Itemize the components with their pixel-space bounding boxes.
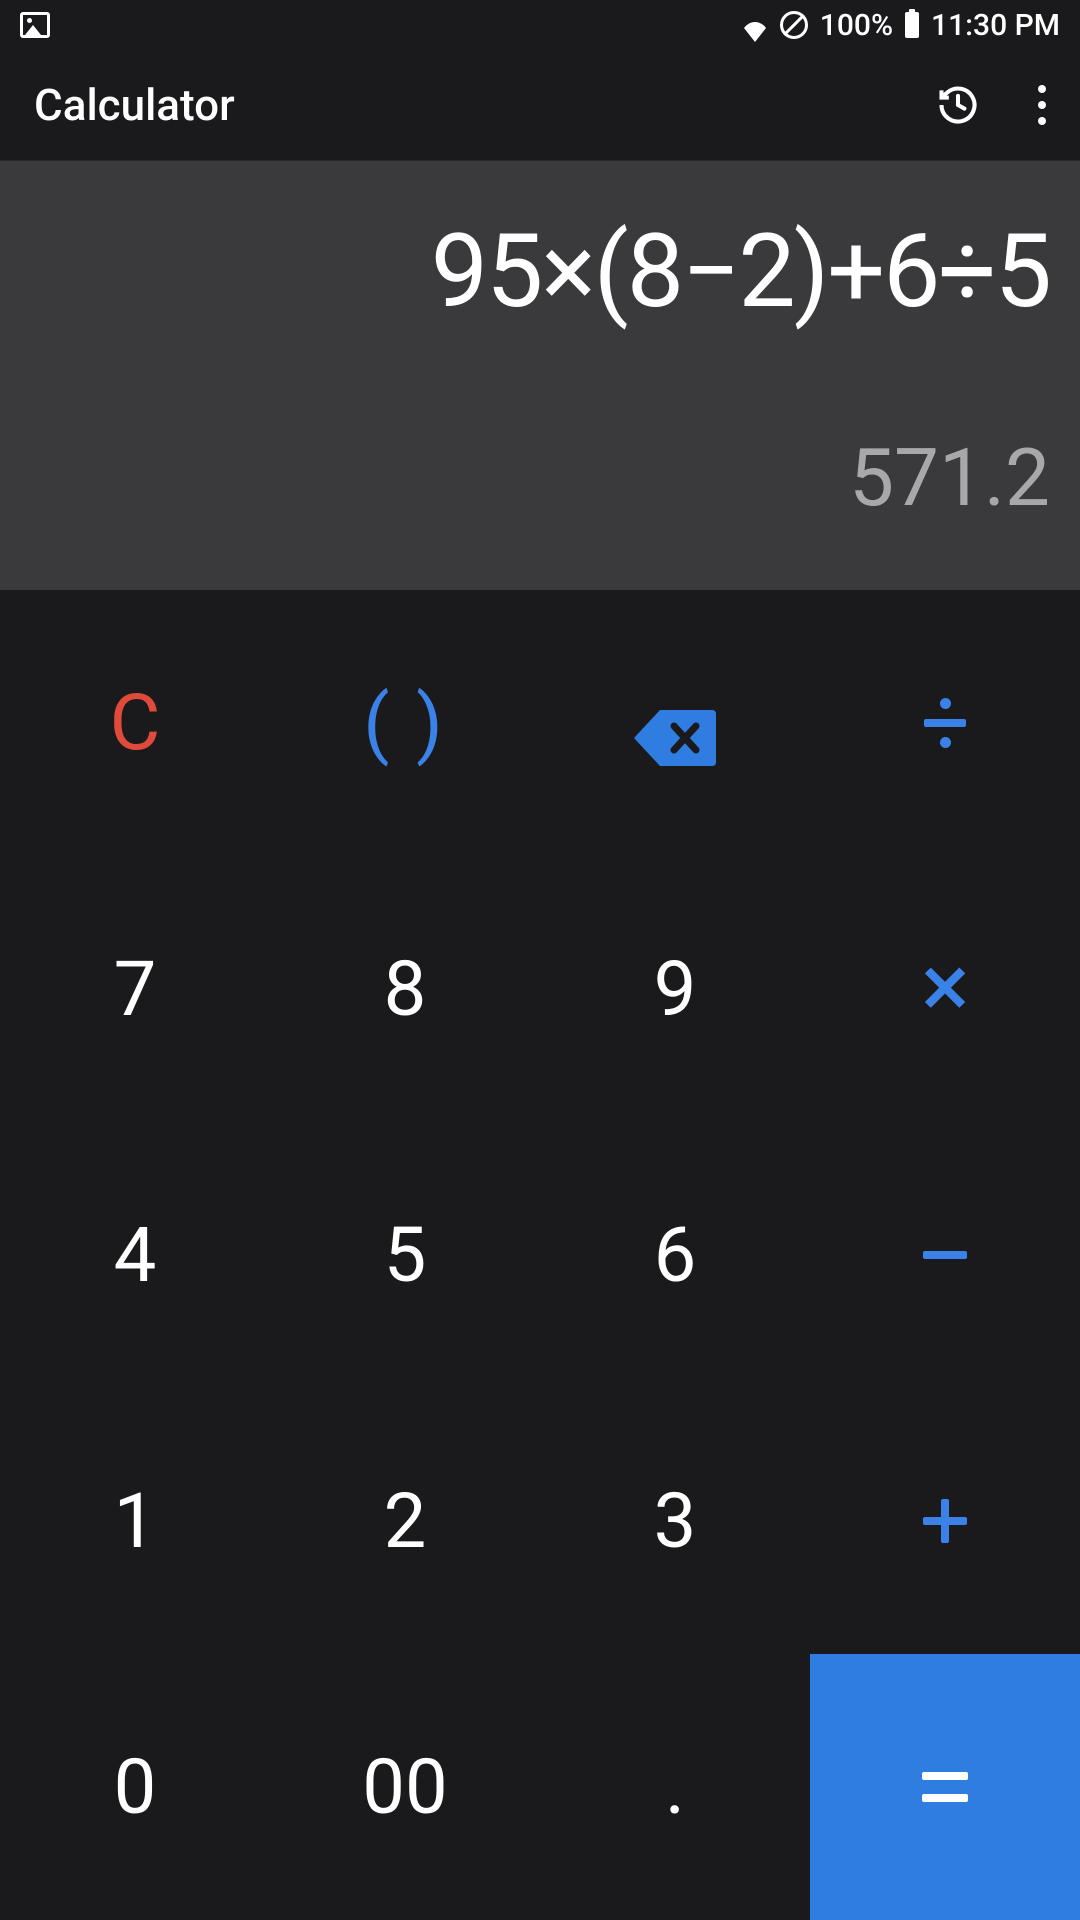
backspace-button[interactable] [540, 590, 810, 856]
multiply-button[interactable]: ✕ [810, 856, 1080, 1122]
more-options-button[interactable] [1038, 85, 1046, 125]
digit-6-button[interactable]: 6 [540, 1122, 810, 1388]
divide-button[interactable] [810, 590, 1080, 856]
plus-icon [923, 1499, 967, 1543]
digit-3-button[interactable]: 3 [540, 1388, 810, 1654]
clock-time: 11:30 PM [931, 8, 1060, 43]
digit-4-button[interactable]: 4 [0, 1122, 270, 1388]
app-bar: Calculator [0, 50, 1080, 160]
digit-2-button[interactable]: 2 [270, 1388, 540, 1654]
add-button[interactable] [810, 1388, 1080, 1654]
battery-icon [905, 12, 919, 38]
history-button[interactable] [936, 83, 980, 127]
result-text: 571.2 [849, 431, 1050, 525]
screenshot-notification-icon [20, 12, 50, 38]
equals-icon [922, 1772, 968, 1802]
digit-1-button[interactable]: 1 [0, 1388, 270, 1654]
subtract-button[interactable] [810, 1122, 1080, 1388]
status-bar: 100% 11:30 PM [0, 0, 1080, 50]
parentheses-button[interactable]: ( ) [270, 590, 540, 856]
multiply-icon: ✕ [918, 952, 972, 1027]
digit-8-button[interactable]: 8 [270, 856, 540, 1122]
digit-5-button[interactable]: 5 [270, 1122, 540, 1388]
backspace-icon [634, 695, 716, 751]
expression-text[interactable]: 95×(8−2)+6÷5 [431, 211, 1050, 331]
equals-button[interactable] [810, 1654, 1080, 1920]
calculator-display: 95×(8−2)+6÷5 571.2 [0, 160, 1080, 590]
digit-7-button[interactable]: 7 [0, 856, 270, 1122]
clear-button[interactable]: C [0, 590, 270, 856]
minus-icon [923, 1251, 967, 1259]
keypad: C ( ) 7 8 9 ✕ 4 5 6 1 2 3 0 00 . [0, 590, 1080, 1920]
battery-percentage: 100% [820, 8, 893, 43]
divide-icon [924, 698, 966, 748]
wifi-icon [742, 15, 768, 35]
digit-00-button[interactable]: 00 [270, 1654, 540, 1920]
digit-0-button[interactable]: 0 [0, 1654, 270, 1920]
app-title: Calculator [34, 79, 235, 131]
decimal-point-button[interactable]: . [540, 1654, 810, 1920]
digit-9-button[interactable]: 9 [540, 856, 810, 1122]
do-not-disturb-icon [780, 11, 808, 39]
